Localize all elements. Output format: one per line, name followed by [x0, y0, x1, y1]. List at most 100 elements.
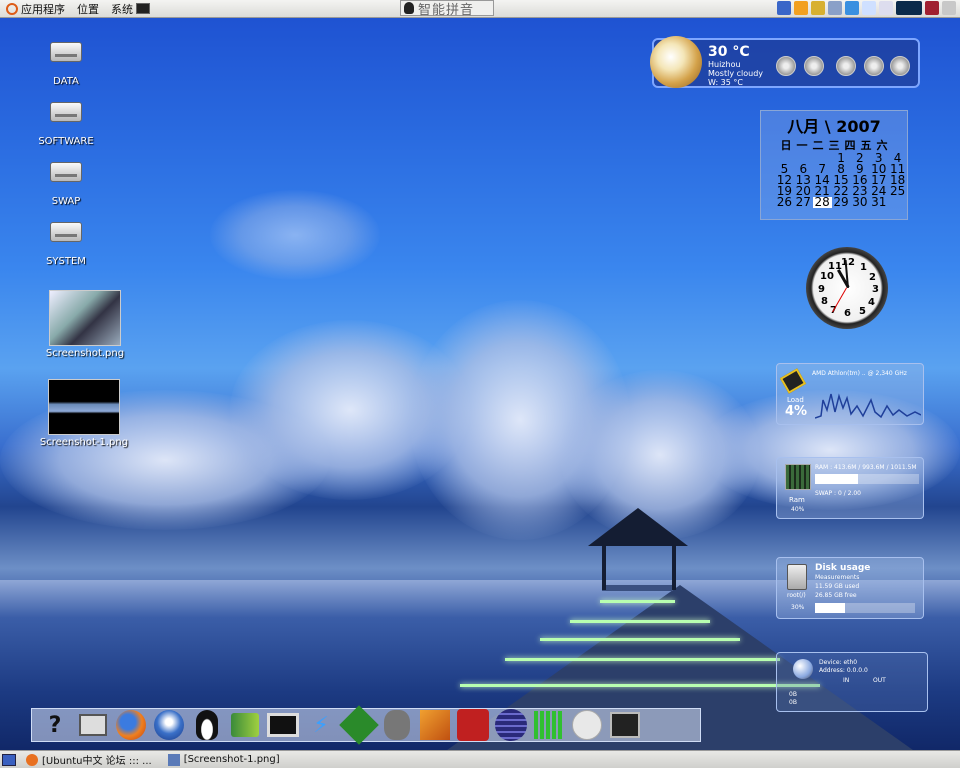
books-icon[interactable] — [228, 708, 262, 742]
ram-bar-fill — [815, 474, 858, 484]
tray-user-icon[interactable] — [925, 1, 939, 15]
input-method-indicator[interactable]: 智能拼音 — [400, 0, 494, 18]
disk-free: 26.85 GB free — [815, 592, 857, 599]
lightning-icon[interactable]: ⚡ — [304, 708, 338, 742]
monitor-icon[interactable] — [266, 708, 300, 742]
calendar-day[interactable]: 31 — [869, 196, 888, 208]
drive-icon — [50, 162, 82, 182]
taskbar-item-firefox[interactable]: [Ubuntu中文 论坛 ::: ... — [18, 751, 160, 768]
menu-system[interactable]: 系统 — [105, 0, 156, 18]
tray-network-icon[interactable] — [879, 1, 893, 15]
system-tray — [777, 1, 956, 15]
forecast-icon — [890, 56, 910, 76]
desktop-icon-screenshot-1[interactable]: Screenshot-1.png — [36, 379, 132, 448]
network-out-label: OUT — [873, 677, 886, 684]
cpu-monitor-widget[interactable]: AMD Athlon(tm) .. @ 2,340 GHz Load 4% — [776, 363, 924, 425]
network-out-value: 0B — [789, 699, 797, 706]
calendar-day[interactable] — [888, 197, 907, 208]
disk-percent: 30% — [791, 604, 805, 611]
calendar-day[interactable]: 30 — [850, 196, 869, 208]
terminal-icon[interactable] — [608, 708, 642, 742]
ram-percent: 40% — [791, 506, 805, 513]
firefox-icon — [26, 753, 38, 766]
cpu-load-label: Load — [787, 396, 804, 404]
bottom-panel: [Ubuntu中文 论坛 ::: ... [Screenshot-1.png] — [0, 750, 960, 768]
cpu-load-graph — [815, 393, 921, 419]
weather-widget[interactable]: 30 °C Huizhou Mostly cloudy W: 35 °C — [650, 36, 920, 88]
network-globe-icon — [793, 659, 813, 679]
swap-usage-text: SWAP : 0 / 2.00 — [815, 490, 861, 497]
drive-icon — [50, 102, 82, 122]
vim-icon[interactable] — [339, 705, 379, 745]
calendar-day-today[interactable]: 28 — [812, 196, 832, 208]
pier-light — [505, 658, 780, 661]
cloud — [210, 190, 380, 280]
calendar-day[interactable]: 26 — [775, 196, 794, 208]
analog-clock[interactable]: 12 1 2 3 4 5 6 7 8 9 10 11 — [806, 247, 888, 329]
disk-used: 11.59 GB used — [815, 583, 860, 590]
pier-light — [570, 620, 710, 623]
menu-label: 应用程序 — [21, 2, 65, 16]
tray-bluetooth-icon[interactable] — [862, 1, 876, 15]
desktop-icon — [2, 753, 16, 766]
image-thumbnail — [48, 379, 120, 435]
tray-app-icon[interactable] — [777, 1, 791, 15]
clock-number: 6 — [844, 308, 851, 319]
disk-bar-fill — [815, 603, 845, 613]
equalizer-icon[interactable] — [532, 708, 566, 742]
ram-monitor-widget[interactable]: RAM : 413.6M / 993.6M / 1011.5M SWAP : 0… — [776, 457, 924, 519]
drive-icon — [50, 42, 82, 62]
disk-monitor-widget[interactable]: Disk usage Measurements 11.59 GB used 26… — [776, 557, 924, 619]
arrow-icon[interactable] — [570, 708, 604, 742]
help-icon[interactable]: ? — [38, 708, 72, 742]
network-monitor-widget[interactable]: Device: eth0 Address: 0.0.0.0 IN OUT 0B … — [776, 652, 928, 712]
computer-icon[interactable] — [76, 708, 110, 742]
tray-shield-icon[interactable] — [845, 1, 859, 15]
desktop-icon-label: SWAP — [51, 196, 81, 207]
calendar-weekdays: 日 一 二 三 四 五 六 — [761, 137, 907, 153]
thunderbird-icon[interactable] — [152, 708, 186, 742]
calendar-header: 八月 \ 2007 — [787, 117, 881, 136]
calendar-day[interactable]: 29 — [832, 196, 851, 208]
desktop-icon-screenshot[interactable]: Screenshot.png — [40, 290, 130, 359]
hard-disk-icon — [787, 564, 807, 590]
calendar-widget[interactable]: 八月 \ 2007 日 一 二 三 四 五 六 1 2 3 4 5 6 7 8 … — [760, 110, 908, 220]
taskbar-item-label: [Screenshot-1.png] — [183, 754, 280, 765]
calendar-day[interactable]: 25 — [888, 185, 907, 197]
desktop-icon-system[interactable]: SYSTEM — [40, 222, 92, 267]
gnu-icon[interactable] — [380, 708, 414, 742]
menu-places[interactable]: 位置 — [71, 0, 105, 18]
tray-lock-icon[interactable] — [811, 1, 825, 15]
image-thumbnail — [49, 290, 121, 346]
tray-star-icon[interactable] — [794, 1, 808, 15]
taskbar-item-label: [Ubuntu中文 论坛 ::: ... — [42, 756, 152, 767]
cpu-chip-icon — [779, 368, 807, 394]
show-desktop-button[interactable] — [0, 751, 18, 768]
network-device: Device: eth0 — [819, 659, 858, 666]
clock-number: 5 — [859, 306, 866, 317]
taskbar-item-screenshot[interactable]: [Screenshot-1.png] — [160, 751, 288, 768]
tray-volume-icon[interactable] — [942, 1, 956, 15]
menu-applications[interactable]: 应用程序 — [0, 0, 71, 18]
calendar-day[interactable]: 27 — [794, 196, 813, 208]
desktop-icon-software[interactable]: SOFTWARE — [36, 102, 96, 147]
debian-swirl-icon[interactable] — [456, 708, 490, 742]
pier-light — [600, 600, 675, 603]
desktop-icon-data[interactable]: DATA — [40, 42, 92, 87]
desktop-icon-swap[interactable]: SWAP — [40, 162, 92, 207]
disk-mount: root(/) — [787, 592, 806, 599]
tray-music-icon[interactable] — [828, 1, 842, 15]
weather-temperature: 30 °C — [708, 44, 750, 60]
forecast-icon — [804, 56, 824, 76]
calendar-week: 26 27 28 29 30 31 — [761, 196, 907, 208]
clock-number: 3 — [872, 284, 879, 295]
pier-light — [460, 684, 820, 687]
tray-system-monitor-icon[interactable] — [896, 1, 922, 15]
hut-post — [672, 546, 676, 590]
firefox-icon[interactable] — [114, 708, 148, 742]
weekday-label: 二 — [812, 139, 824, 152]
qq-penguin-icon[interactable] — [190, 708, 224, 742]
package-icon[interactable] — [418, 708, 452, 742]
eclipse-icon[interactable] — [494, 708, 528, 742]
terminal-launcher-icon[interactable] — [136, 3, 150, 14]
